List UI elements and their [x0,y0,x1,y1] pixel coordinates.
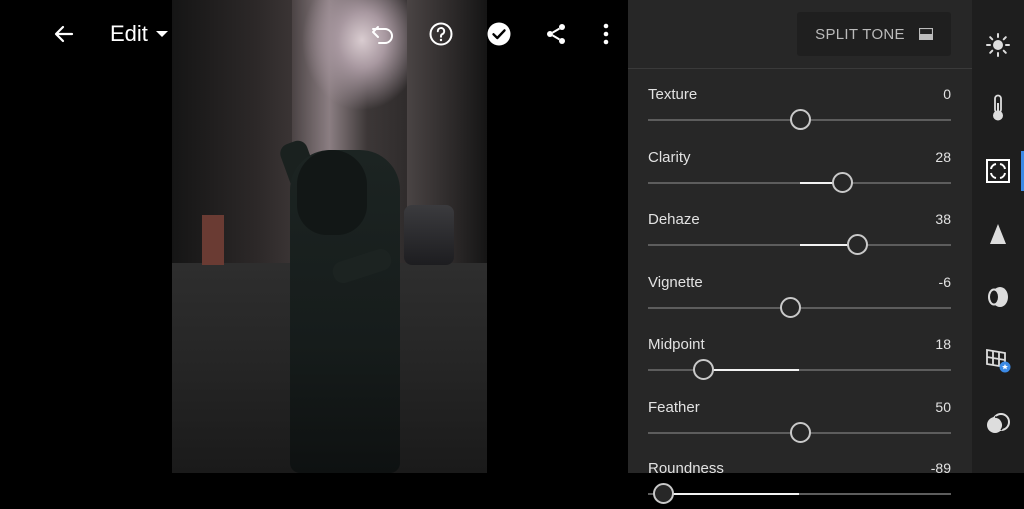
slider-fill [702,369,800,371]
slider-value: -6 [938,274,951,290]
slider-midpoint[interactable]: Midpoint 18 [648,322,951,385]
presets-icon [987,413,1010,433]
edit-mode-label: Edit [110,21,148,46]
edit-mode-dropdown[interactable]: Edit [110,0,190,68]
geometry-tool-button[interactable] [972,335,1024,385]
slider-roundness[interactable]: Roundness -89 [648,446,951,509]
light-icon [986,33,1010,57]
detail-icon [990,224,1006,244]
slider-thumb[interactable] [653,483,675,504]
undo-icon [372,26,393,44]
slider-label: Vignette [648,274,703,291]
split-tone-button[interactable]: SPLIT TONE [797,12,951,56]
detail-tool-button[interactable] [972,209,1024,259]
slider-thumb[interactable] [789,109,811,130]
check-circle-icon [487,22,511,46]
slider-value: 50 [935,399,951,415]
panel-header: SPLIT TONE [628,0,972,69]
left-building [172,0,292,280]
slider-dehaze[interactable]: Dehaze 38 [648,197,951,260]
slider-value: 0 [943,86,951,102]
split-tone-icon [918,28,933,40]
parked-car [404,205,454,265]
arrow-left-icon [54,25,74,43]
slider-label: Midpoint [648,336,705,353]
photo-canvas[interactable]: Edit [0,0,628,473]
photo-image [172,0,487,473]
color-tool-button[interactable] [972,83,1024,133]
help-icon [429,22,453,46]
more-vertical-icon [603,23,609,45]
slider-value: 28 [935,149,951,165]
slider-fill [663,493,800,495]
slider-label: Dehaze [648,211,700,228]
red-door [202,215,224,265]
slider-thumb[interactable] [692,359,714,380]
tool-rail [972,0,1024,473]
effects-icon [986,159,1010,183]
effects-tool-button[interactable] [972,146,1024,196]
slider-value: 38 [935,211,951,227]
slider-clarity[interactable]: Clarity 28 [648,135,951,198]
undo-button[interactable] [360,0,406,68]
person-hood [297,150,367,235]
more-options-button[interactable] [584,0,628,68]
adjustment-panel: SPLIT TONE Texture 0 Clarity 28 Dehaze 3… [628,0,972,504]
presets-tool-button[interactable] [972,399,1024,449]
slider-thumb[interactable] [847,234,869,255]
split-tone-label: SPLIT TONE [815,25,905,43]
slider-label: Roundness [648,460,724,477]
slider-value: -89 [930,460,951,476]
slider-label: Feather [648,399,700,416]
light-tool-button[interactable] [972,20,1024,70]
optics-tool-button[interactable] [972,272,1024,322]
geometry-icon [986,348,1011,373]
slider-thumb[interactable] [831,172,853,193]
done-button[interactable] [476,0,522,68]
optics-icon [988,287,1008,307]
slider-vignette[interactable]: Vignette -6 [648,260,951,323]
back-button[interactable] [40,0,88,68]
color-icon [993,94,1003,121]
help-button[interactable] [418,0,464,68]
slider-label: Clarity [648,149,691,166]
slider-value: 18 [935,336,951,352]
slider-texture[interactable]: Texture 0 [648,72,951,135]
share-button[interactable] [533,0,579,68]
slider-thumb[interactable] [780,297,802,318]
share-icon [547,24,565,44]
slider-feather[interactable]: Feather 50 [648,385,951,448]
slider-thumb[interactable] [789,422,811,443]
slider-label: Texture [648,86,698,103]
caret-down-icon [155,31,168,37]
